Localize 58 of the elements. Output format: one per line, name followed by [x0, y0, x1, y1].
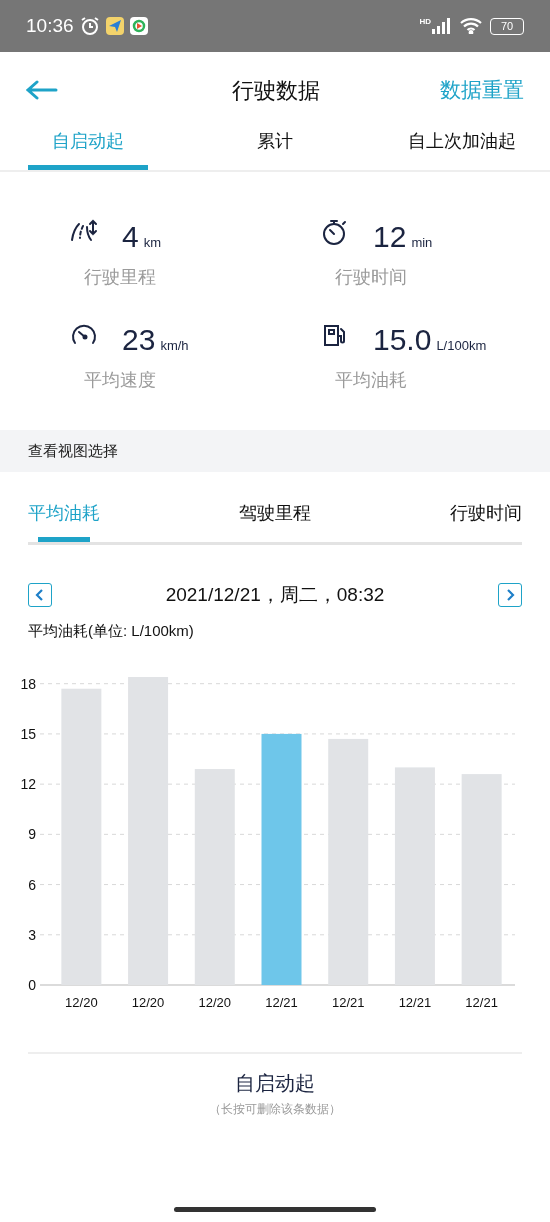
axis-label: 3 — [28, 926, 36, 943]
stat-unit: min — [411, 233, 433, 252]
page-title: 行驶数据 — [232, 76, 320, 105]
app-icon — [129, 17, 148, 35]
axis-label: 0 — [28, 977, 36, 993]
chevron-right-icon — [505, 589, 515, 602]
alarm-icon — [79, 16, 100, 36]
axis-label: 12/20 — [198, 995, 232, 1010]
tab[interactable]: 累计 — [215, 128, 335, 170]
stat-label: 行驶时间 — [335, 266, 408, 289]
app-icon — [105, 17, 124, 35]
chart-unit-label: 平均油耗(单位: L/100km) — [27, 620, 195, 641]
tab[interactable]: 行驶时间 — [450, 500, 522, 542]
axis-label: 15 — [20, 725, 36, 742]
stat-label: 平均速度 — [84, 369, 157, 392]
wifi-icon — [460, 18, 482, 34]
stat-label: 行驶里程 — [84, 266, 157, 289]
bar[interactable] — [328, 738, 369, 985]
axis-label: 12 — [20, 776, 36, 793]
clock-time: 10:36 — [26, 13, 74, 38]
axis-label: 12/21 — [465, 995, 498, 1010]
bar[interactable] — [261, 733, 302, 985]
record-hint: （长按可删除该条数据） — [209, 1101, 341, 1118]
axis-label: 12/21 — [398, 995, 432, 1010]
stat-unit: km — [143, 233, 162, 252]
stat-unit: km/h — [160, 336, 189, 355]
next-button[interactable] — [498, 583, 522, 608]
stat-value: 12 — [373, 222, 407, 252]
axis-label: 12/20 — [65, 995, 98, 1010]
bar[interactable] — [461, 774, 502, 985]
stat-value: 23 — [122, 325, 156, 355]
bar[interactable] — [194, 769, 235, 985]
stat-unit: L/100km — [436, 336, 487, 355]
record-title: 自启动起 — [235, 1071, 315, 1096]
signal-icon — [432, 18, 452, 34]
chevron-left-icon — [35, 589, 45, 602]
axis-label: 12/21 — [265, 995, 298, 1010]
axis-label: 12/21 — [331, 995, 365, 1010]
tab[interactable]: 自上次加油起 — [402, 128, 522, 170]
network-label: HD — [419, 18, 431, 26]
previous-button[interactable] — [28, 583, 52, 608]
date-time: 2021/12/21，周二，08:32 — [165, 583, 385, 607]
bar[interactable] — [61, 688, 102, 985]
bar[interactable] — [394, 767, 435, 985]
axis-label: 9 — [28, 826, 36, 843]
axis-label: 12/20 — [131, 995, 165, 1010]
axis-label: 18 — [20, 675, 36, 692]
bar[interactable] — [128, 677, 169, 985]
back-arrow-icon[interactable] — [26, 80, 58, 100]
section-header: 查看视图选择 — [0, 430, 550, 472]
stopwatch-icon — [321, 218, 349, 246]
stat-label: 平均油耗 — [335, 369, 408, 392]
battery-indicator: 70 — [490, 17, 524, 35]
home-indicator[interactable] — [174, 1207, 376, 1212]
axis-label: 6 — [28, 876, 36, 893]
stat-value: 15.0 — [373, 325, 432, 355]
tab[interactable]: 驾驶里程 — [239, 500, 311, 542]
stat-value: 4 — [122, 222, 139, 252]
